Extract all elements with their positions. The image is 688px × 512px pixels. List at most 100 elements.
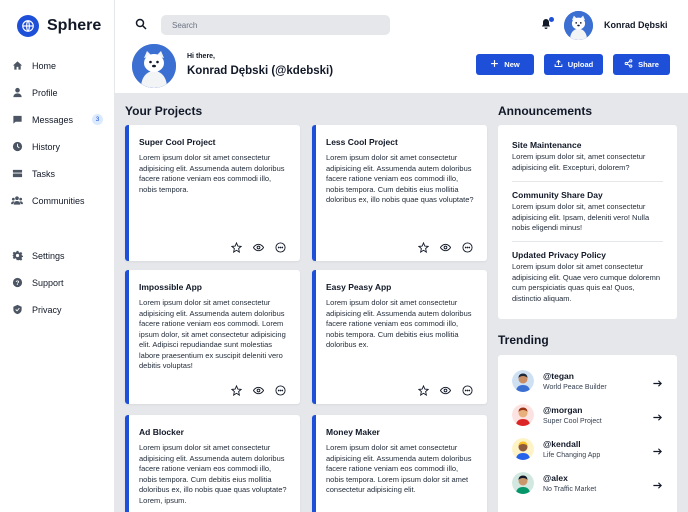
sidebar-item-label: Settings [32,250,65,261]
primary-nav: Home Profile Messages 3 History Tasks Co… [0,52,115,214]
more-icon[interactable] [462,242,473,253]
sidebar-item-label: Home [32,60,57,71]
project-title: Easy Peasy App [326,282,392,292]
home-icon [11,60,23,72]
announcement-description: Lorem ipsum dolor sit, amet consectetur … [512,202,650,232]
eye-icon[interactable] [440,242,451,253]
sidebar-item-messages[interactable]: Messages 3 [0,106,115,133]
sidebar-item-tasks[interactable]: Tasks [0,160,115,187]
project-card[interactable]: Less Cool Project Lorem ipsum dolor sit … [312,125,487,261]
arrow-right-icon[interactable] [652,376,663,387]
project-actions [231,385,286,396]
star-icon[interactable] [231,385,242,396]
project-card[interactable]: Super Cool Project Lorem ipsum dolor sit… [125,125,300,261]
project-card[interactable]: Ad Blocker Lorem ipsum dolor sit amet co… [125,415,300,512]
project-title: Less Cool Project [326,137,398,147]
more-icon[interactable] [462,385,473,396]
sidebar-item-home[interactable]: Home [0,52,115,79]
project-card[interactable]: Money Maker Lorem ipsum dolor sit amet c… [312,415,487,512]
sidebar-item-support[interactable]: ? Support [0,269,115,296]
sidebar-item-label: Messages [32,114,74,125]
arrow-right-icon[interactable] [652,478,663,489]
trending-title: Trending [498,333,549,347]
upload-button-label: Upload [567,60,594,69]
announcements-panel: Site Maintenance Lorem ipsum dolor sit, … [498,125,677,319]
user-avatar[interactable] [564,11,593,40]
project-card[interactable]: Easy Peasy App Lorem ipsum dolor sit ame… [312,270,487,404]
share-button-label: Share [638,60,659,69]
sidebar-item-label: Profile [32,87,58,98]
project-actions [231,242,286,253]
project-description: Lorem ipsum dolor sit amet consectetur a… [326,153,474,204]
search-icon[interactable] [135,17,149,31]
share-icon [624,59,633,70]
announcements-title: Announcements [498,104,593,118]
new-button-label: New [504,60,520,69]
search-input[interactable] [161,15,390,35]
eye-icon[interactable] [440,385,451,396]
announcement-item[interactable]: Updated Privacy Policy Lorem ipsum dolor… [512,241,663,304]
share-button[interactable]: Share [613,54,670,75]
trending-handle: @alex [543,473,568,483]
sidebar-item-history[interactable]: History [0,133,115,160]
app-logo[interactable]: Sphere [17,15,101,37]
more-icon[interactable] [275,385,286,396]
trending-subtitle: No Traffic Market [543,486,597,493]
users-icon [11,195,23,207]
sidebar: Sphere Home Profile Messages 3 History T… [0,0,115,512]
trending-text: @tegan World Peace Builder [543,371,607,391]
profile-full-name: Konrad Dębski (@kdebski) [187,65,334,77]
announcement-title: Site Maintenance [512,140,582,150]
project-title: Ad Blocker [139,427,184,437]
project-title: Impossible App [139,282,202,292]
trending-item[interactable]: @morgan Super Cool Project [512,401,663,429]
new-button[interactable]: New [476,54,534,75]
trending-avatar [512,472,534,494]
project-actions [418,385,473,396]
announcement-item[interactable]: Community Share Day Lorem ipsum dolor si… [512,181,663,241]
more-icon[interactable] [275,242,286,253]
svg-text:?: ? [15,280,19,287]
sidebar-item-label: Privacy [32,304,62,315]
trending-handle: @morgan [543,405,583,415]
project-description: Lorem ipsum dolor sit amet consectetur a… [139,153,285,194]
sidebar-item-settings[interactable]: Settings [0,242,115,269]
project-actions [418,242,473,253]
inbox-icon [11,168,23,180]
project-title: Super Cool Project [139,137,216,147]
arrow-right-icon[interactable] [652,410,663,421]
trending-text: @kendall Life Changing App [543,439,600,459]
upload-button[interactable]: Upload [544,54,603,75]
sidebar-item-label: Communities [32,195,85,206]
trending-avatar [512,438,534,460]
announcement-description: Lorem ipsum dolor sit, amet consectetur … [512,152,646,172]
trending-text: @morgan Super Cool Project [543,405,602,425]
star-icon[interactable] [418,242,429,253]
project-description: Lorem ipsum dolor sit amet consectetur a… [326,443,472,494]
sidebar-item-label: History [32,141,61,152]
sidebar-item-profile[interactable]: Profile [0,79,115,106]
gear-icon [11,250,23,262]
arrow-right-icon[interactable] [652,444,663,455]
trending-handle: @tegan [543,371,574,381]
announcement-description: Lorem ipsum dolor sit amet consectetur a… [512,262,660,303]
project-description: Lorem ipsum dolor sit amet consectetur a… [139,443,287,505]
globe-icon [17,15,39,37]
trending-avatar [512,370,534,392]
trending-avatar [512,404,534,426]
star-icon[interactable] [231,242,242,253]
user-name[interactable]: Konrad Dębski [604,20,668,30]
sidebar-item-privacy[interactable]: Privacy [0,296,115,323]
eye-icon[interactable] [253,385,264,396]
project-description: Lorem ipsum dolor sit amet consectetur a… [139,298,286,370]
projects-title: Your Projects [125,104,203,118]
page-header [115,0,688,93]
announcement-item[interactable]: Site Maintenance Lorem ipsum dolor sit, … [512,125,663,181]
sidebar-item-communities[interactable]: Communities [0,187,115,214]
trending-item[interactable]: @tegan World Peace Builder [512,367,663,395]
trending-item[interactable]: @kendall Life Changing App [512,435,663,463]
project-card[interactable]: Impossible App Lorem ipsum dolor sit ame… [125,270,300,404]
eye-icon[interactable] [253,242,264,253]
star-icon[interactable] [418,385,429,396]
trending-item[interactable]: @alex No Traffic Market [512,469,663,497]
